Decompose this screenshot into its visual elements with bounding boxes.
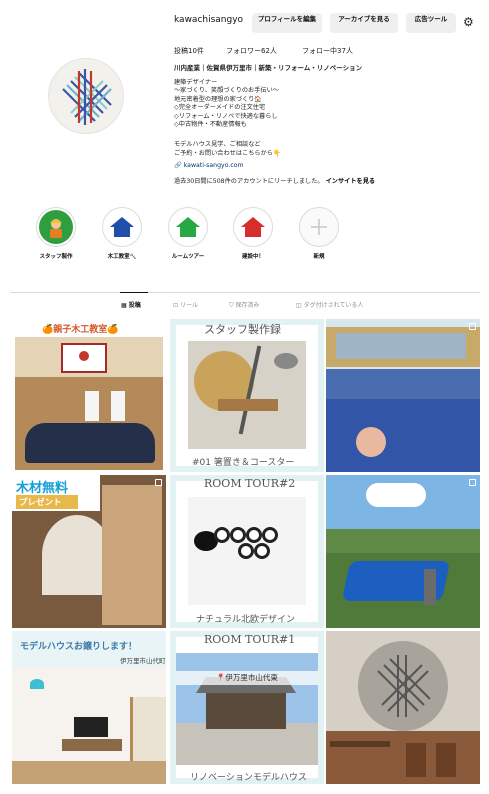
link-icon: 🔗 [174, 162, 184, 169]
tabs-divider [10, 292, 480, 293]
highlight-label: 木工教室🔨 [107, 254, 137, 260]
insights-link[interactable]: インサイトを見る [326, 178, 376, 185]
pin-icon: 📍 [216, 673, 226, 682]
bio-line: ◇リフォーム・リノベで快適な暮らし [174, 112, 278, 120]
highlight-label: 新規 [313, 254, 325, 260]
followers-count[interactable]: フォロワー62人 [226, 46, 277, 56]
reels-icon: ⊡ [173, 302, 180, 309]
post-title: モデルハウスお譲りします！ [20, 642, 138, 652]
highlight-ring [102, 207, 142, 247]
highlight-label: ルームツアー [171, 254, 205, 260]
interior-photo [12, 667, 166, 784]
bio-line: ◇完全オーダーメイドの注文住宅 [174, 104, 266, 111]
tab-label: 投稿 [128, 302, 141, 309]
sheep-hook-photo [188, 497, 306, 605]
bio-line: ◇中古物件・不動産情報も [174, 121, 247, 128]
worker-icon [39, 210, 73, 244]
plus-icon [302, 210, 336, 244]
view-archive-button[interactable]: アーカイブを見る [330, 13, 398, 33]
tag-person-icon: ◫ [296, 302, 304, 309]
gym-photo [15, 337, 163, 470]
location-pin: 📍伊万里市山代東 [216, 672, 278, 683]
post-caption: ナチュラル北欧デザイン [196, 615, 296, 625]
post-staff-craft[interactable]: スタッフ製作録 #01 箸置き＆コースター [170, 319, 324, 472]
post-title: ROOM TOUR#2 [204, 477, 296, 490]
post-office-interior[interactable] [326, 631, 480, 784]
tab-saved[interactable]: ⛉ 保存済み [229, 300, 259, 310]
post-caption: #01 箸置き＆コースター [192, 458, 295, 468]
bio-link-text[interactable]: kawati-sangyo.com [184, 162, 244, 169]
posts-count: 投稿10件 [174, 47, 204, 55]
bio-line: 建築デザイナー [174, 79, 218, 86]
tab-label: リール [179, 302, 198, 309]
post-room-tour-1[interactable]: ROOM TOUR#1 📍伊万里市山代東 リノベーションモデルハウス [170, 631, 324, 784]
post-room-tour-2[interactable]: ROOM TOUR#2 ナチュラル北欧デザイン [170, 475, 324, 628]
following-count[interactable]: フォロー中37人 [302, 46, 353, 56]
ad-tools-button[interactable]: 広告ツール [406, 13, 456, 33]
profile-avatar[interactable] [48, 58, 124, 134]
post-outdoor-event[interactable] [326, 319, 480, 472]
post-title: スタッフ製作録 [204, 323, 281, 336]
reach-summary: 過去30日間に508件のアカウントにリーチしました。 インサイトを見る [174, 176, 375, 185]
post-title: ROOM TOUR#1 [204, 633, 296, 646]
tab-label: タグ付けされている人 [303, 302, 364, 309]
highlight-ring [233, 207, 273, 247]
grid-icon: ▦ [121, 302, 129, 309]
edit-profile-button[interactable]: プロフィールを編集 [252, 13, 322, 33]
post-subtitle: プレゼント [19, 498, 62, 508]
tab-tagged[interactable]: ◫ タグ付けされている人 [296, 300, 363, 309]
house-red-icon [236, 210, 270, 244]
highlight-roomtour[interactable]: ルームツアー [166, 207, 210, 260]
bio-name-line: 川内産業｜佐賀県伊万里市｜新築・リフォーム・リノベーション [174, 64, 363, 72]
house-blue-icon [105, 210, 139, 244]
highlight-label: 建設中！ [241, 254, 264, 260]
post-caption: リノベーションモデルハウス [190, 773, 307, 783]
post-free-wood[interactable]: 木材無料 プレゼント [12, 475, 166, 628]
active-tab-indicator [120, 292, 148, 293]
post-subtitle: 伊万里市山代町 [120, 657, 166, 665]
post-location: 伊万里市山代東 [225, 673, 278, 682]
bio-line: ご予約・お問い合わせはこちらから👇 [174, 150, 281, 157]
chopstick-rest-photo [188, 341, 306, 449]
highlight-ring [168, 207, 208, 247]
post-field-event[interactable] [326, 475, 480, 628]
reach-text: 過去30日間に508件のアカウントにリーチしました。 [174, 178, 324, 185]
multi-post-icon [469, 323, 476, 330]
highlight-construction[interactable]: 建設中！ [231, 207, 275, 260]
highlight-staff[interactable]: スタッフ製作 [34, 207, 78, 260]
highlight-label: スタッフ製作 [39, 254, 73, 260]
multi-post-icon [155, 479, 162, 486]
logo-wall-icon [358, 641, 448, 731]
highlight-ring [299, 207, 339, 247]
profile-username: kawachisangyo [174, 15, 244, 25]
multi-post-icon [469, 479, 476, 486]
settings-gear-icon[interactable]: ⚙ [463, 16, 474, 28]
post-title: 🍊親子木工教室🍊 [42, 325, 119, 335]
highlight-woodwork[interactable]: 木工教室🔨 [100, 207, 144, 260]
post-model-house-giveaway[interactable]: モデルハウスお譲りします！ 伊万里市山代町 [12, 631, 166, 784]
bio-line: 地元密着型の理想の家づくり🏠 [174, 95, 263, 103]
house-green-icon [171, 210, 205, 244]
bio-line: モデルハウス見学、ご相談など [174, 141, 261, 148]
highlight-new[interactable]: 新規 [297, 207, 341, 260]
house-exterior-photo [176, 653, 318, 765]
bio-line: 〜家づくり、笑顔づくりのお手伝い〜 [174, 87, 279, 94]
tab-reels[interactable]: ⊡ リール [173, 300, 198, 309]
tab-label: 保存済み [235, 302, 260, 309]
tab-posts[interactable]: ▦ 投稿 [121, 300, 141, 309]
highlight-ring [36, 207, 76, 247]
bio-link[interactable]: 🔗 kawati-sangyo.com [174, 162, 244, 170]
post-title: 木材無料 [16, 481, 69, 496]
post-woodwork-class[interactable]: 🍊親子木工教室🍊 [12, 319, 166, 472]
